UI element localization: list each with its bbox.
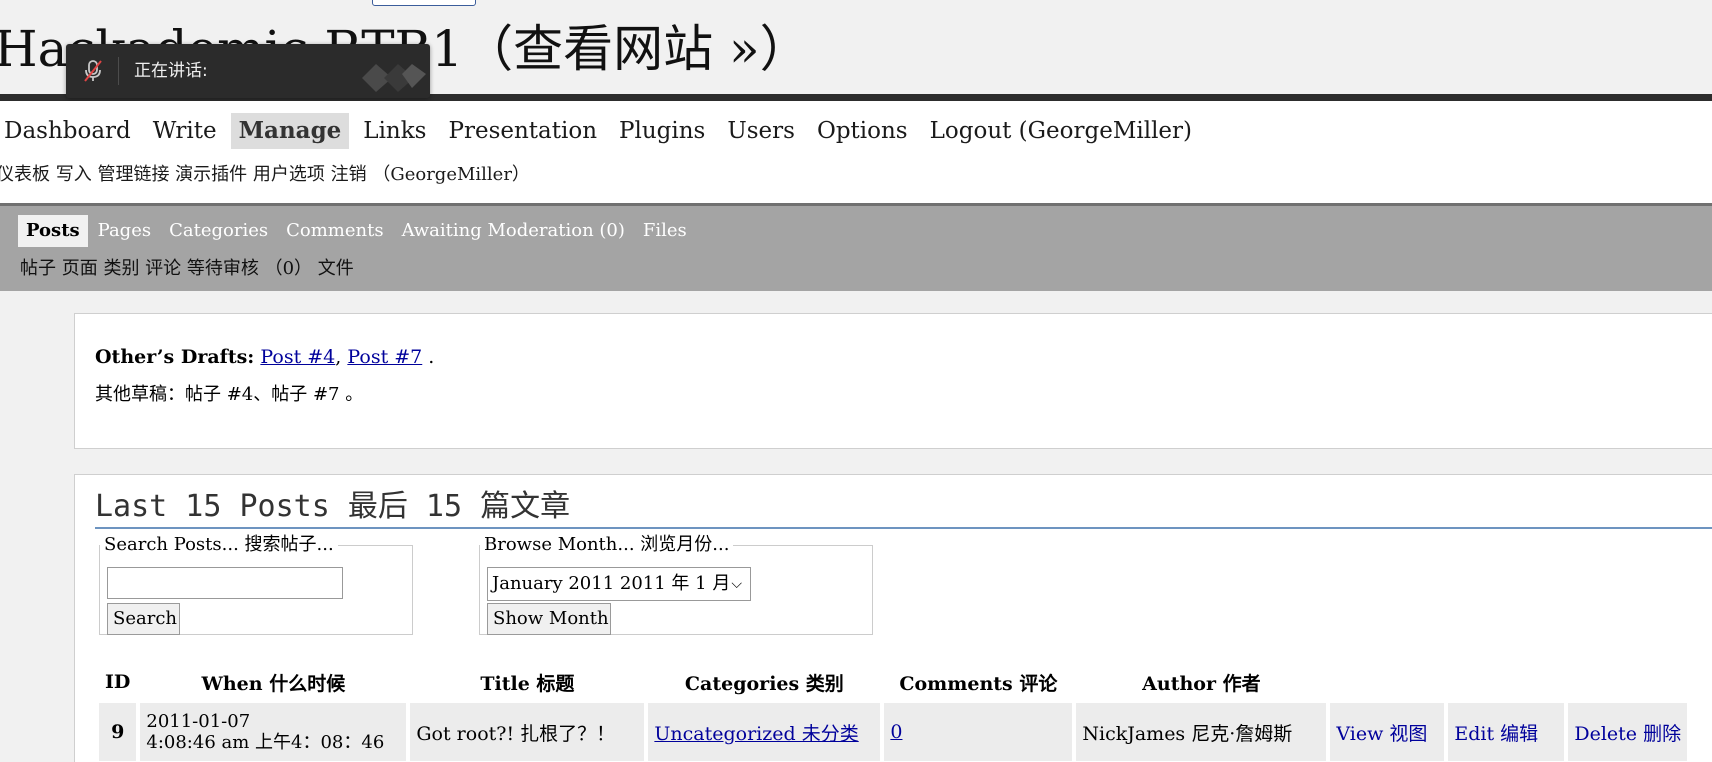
month-select-value: January 2011 2011 年 1 月	[492, 573, 731, 594]
search-legend: Search Posts... 搜索帖子...	[104, 534, 334, 555]
browse-month-fieldset: Browse Month... 浏览月份... January 2011 201…	[479, 535, 873, 635]
table-row: 9 2011-01-07 4:08:46 am 上午4：08：46 Got roo…	[99, 699, 1688, 761]
nav-links[interactable]: Links	[355, 113, 434, 149]
post-when: 2011-01-07 4:08:46 am 上午4：08：46	[140, 699, 407, 761]
speech-overlay: 正在讲话:	[66, 44, 430, 98]
post-time: 4:08:46 am 上午4：08：46	[146, 732, 385, 753]
nav-plugins[interactable]: Plugins	[611, 113, 713, 149]
nav-users[interactable]: Users	[719, 113, 803, 149]
nav-dashboard[interactable]: Dashboard	[0, 113, 139, 149]
month-select[interactable]: January 2011 2011 年 1 月 ⌵	[487, 567, 751, 601]
col-delete	[1568, 665, 1687, 699]
main-nav-bar: Dashboard Write Manage Links Presentation Plu…	[0, 101, 1712, 203]
search-fieldset: Search Posts... 搜索帖子... Search	[99, 535, 413, 635]
nav-options[interactable]: Options	[809, 113, 916, 149]
subnav-pages[interactable]: Pages	[90, 215, 159, 247]
browser-page: Hackademic RTB1（查看网站 »） 正在讲话: DashboardW…	[0, 0, 1712, 762]
drafts-separator: ,	[335, 346, 342, 368]
draft-link-post-4[interactable]: Post #4	[260, 346, 335, 368]
view-site-link[interactable]: （查看网站 »）	[463, 20, 809, 78]
col-view	[1330, 665, 1444, 699]
post-delete-link[interactable]: Delete 删除	[1574, 723, 1681, 745]
subnav-posts[interactable]: Posts	[18, 215, 88, 247]
partial-input-edge[interactable]	[372, 0, 476, 6]
search-input[interactable]	[107, 567, 343, 599]
browse-month-legend: Browse Month... 浏览月份...	[484, 534, 730, 555]
drafts-line: Other’s Drafts: Post #4, Post #7 .	[95, 344, 434, 370]
drafts-end: .	[428, 346, 435, 368]
post-view-link[interactable]: View 视图	[1336, 723, 1427, 745]
post-comments-link[interactable]: 0	[890, 721, 902, 743]
col-categories: Categories 类别	[684, 672, 844, 695]
post-edit-link[interactable]: Edit 编辑	[1454, 723, 1538, 745]
subnav-awaiting-moderation[interactable]: Awaiting Moderation (0)	[394, 215, 633, 247]
main-nav: Dashboard Write Manage Links Presentation Plu…	[0, 113, 1206, 149]
table-header-row: ID When 什么时候 Title 标题 Categories 类别 Comm…	[99, 665, 1687, 699]
drafts-label: Other’s Drafts:	[95, 346, 255, 368]
post-date: 2011-01-07	[146, 711, 251, 732]
subnav-comments[interactable]: Comments	[278, 215, 391, 247]
main-nav-translation: 仪表板 写入 管理链接 演示插件 用户选项 注销 （GeorgeMiller）	[0, 164, 530, 185]
sub-nav-translation: 帖子 页面 类别 评论 等待审核 （0） 文件	[20, 258, 354, 279]
sub-nav-bar: Posts Pages Categories Comments Awaiting Mod…	[0, 203, 1712, 291]
post-category-cell: Uncategorized 未分类	[648, 699, 881, 761]
post-title: Got root?! 扎根了？！	[410, 699, 645, 761]
speech-label: 正在讲话:	[134, 61, 208, 81]
posts-table: ID When 什么时候 Title 标题 Categories 类别 Comm…	[95, 665, 1691, 761]
post-view-cell: View 视图	[1330, 699, 1445, 761]
show-month-button[interactable]: Show Month	[487, 603, 611, 635]
col-when: When 什么时候	[201, 672, 346, 695]
subnav-files[interactable]: Files	[635, 215, 695, 247]
col-comments: Comments 评论	[899, 672, 1058, 695]
sub-nav: Posts Pages Categories Comments Awaiting Mod…	[18, 215, 697, 247]
drafts-box: Other’s Drafts: Post #4, Post #7 . 其他草稿：…	[74, 313, 1712, 449]
col-author: Author 作者	[1142, 672, 1261, 695]
admin-header: Hackademic RTB1（查看网站 »） 正在讲话:	[0, 0, 1712, 101]
nav-manage[interactable]: Manage	[230, 113, 350, 149]
post-id: 9	[99, 699, 137, 761]
col-edit	[1448, 665, 1564, 699]
overlay-separator	[118, 57, 119, 85]
col-id: ID	[105, 671, 131, 693]
drafts-translation: 其他草稿：帖子 #4、帖子 #7 。	[95, 384, 364, 405]
post-comments-cell: 0	[884, 699, 1073, 761]
nav-presentation[interactable]: Presentation	[440, 113, 605, 149]
col-title: Title 标题	[480, 672, 575, 695]
overlay-logo-icon	[362, 64, 426, 92]
chevron-down-icon: ⌵	[731, 576, 742, 592]
subnav-categories[interactable]: Categories	[161, 215, 276, 247]
nav-logout[interactable]: Logout (GeorgeMiller)	[922, 113, 1200, 149]
search-button[interactable]: Search	[107, 603, 180, 635]
post-author: NickJames 尼克·詹姆斯	[1076, 699, 1327, 761]
microphone-muted-icon[interactable]	[82, 59, 104, 83]
nav-write[interactable]: Write	[145, 113, 225, 149]
post-category-link[interactable]: Uncategorized 未分类	[654, 723, 858, 745]
posts-panel: Last 15 Posts 最后 15 篇文章 Search Posts... …	[74, 474, 1712, 762]
draft-link-post-7[interactable]: Post #7	[347, 346, 422, 368]
post-edit-cell: Edit 编辑	[1448, 699, 1565, 761]
post-delete-cell: Delete 删除	[1568, 699, 1688, 761]
posts-heading: Last 15 Posts 最后 15 篇文章	[95, 487, 1712, 529]
